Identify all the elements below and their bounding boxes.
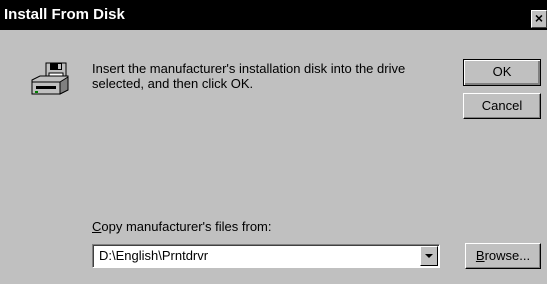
close-icon: × (534, 10, 544, 26)
source-path-combobox[interactable]: D:\English\Prntdrvr (92, 244, 440, 268)
chevron-down-icon (425, 254, 433, 258)
path-dropdown-button[interactable] (420, 246, 438, 266)
ok-button[interactable]: OK (463, 59, 541, 86)
browse-button[interactable]: Browse... (465, 243, 541, 269)
cancel-button[interactable]: Cancel (463, 93, 541, 119)
floppy-drive-icon (31, 62, 69, 95)
browse-label-rest: rowse... (484, 248, 531, 263)
title-bar[interactable]: Install From Disk × (0, 0, 547, 30)
window-title: Install From Disk (4, 6, 125, 23)
close-button[interactable]: × (531, 10, 547, 28)
source-path-value[interactable]: D:\English\Prntdrvr (99, 248, 208, 264)
instruction-text: Insert the manufacturer's installation d… (92, 61, 406, 91)
copy-label-rest: opy manufacturer's files from: (101, 219, 272, 234)
install-from-disk-dialog: Install From Disk × Insert the manufactu… (0, 0, 547, 284)
copy-files-label: Copy manufacturer's files from: (92, 219, 272, 234)
browse-mnemonic: B (475, 248, 485, 263)
copy-label-mnemonic: C (92, 219, 102, 234)
